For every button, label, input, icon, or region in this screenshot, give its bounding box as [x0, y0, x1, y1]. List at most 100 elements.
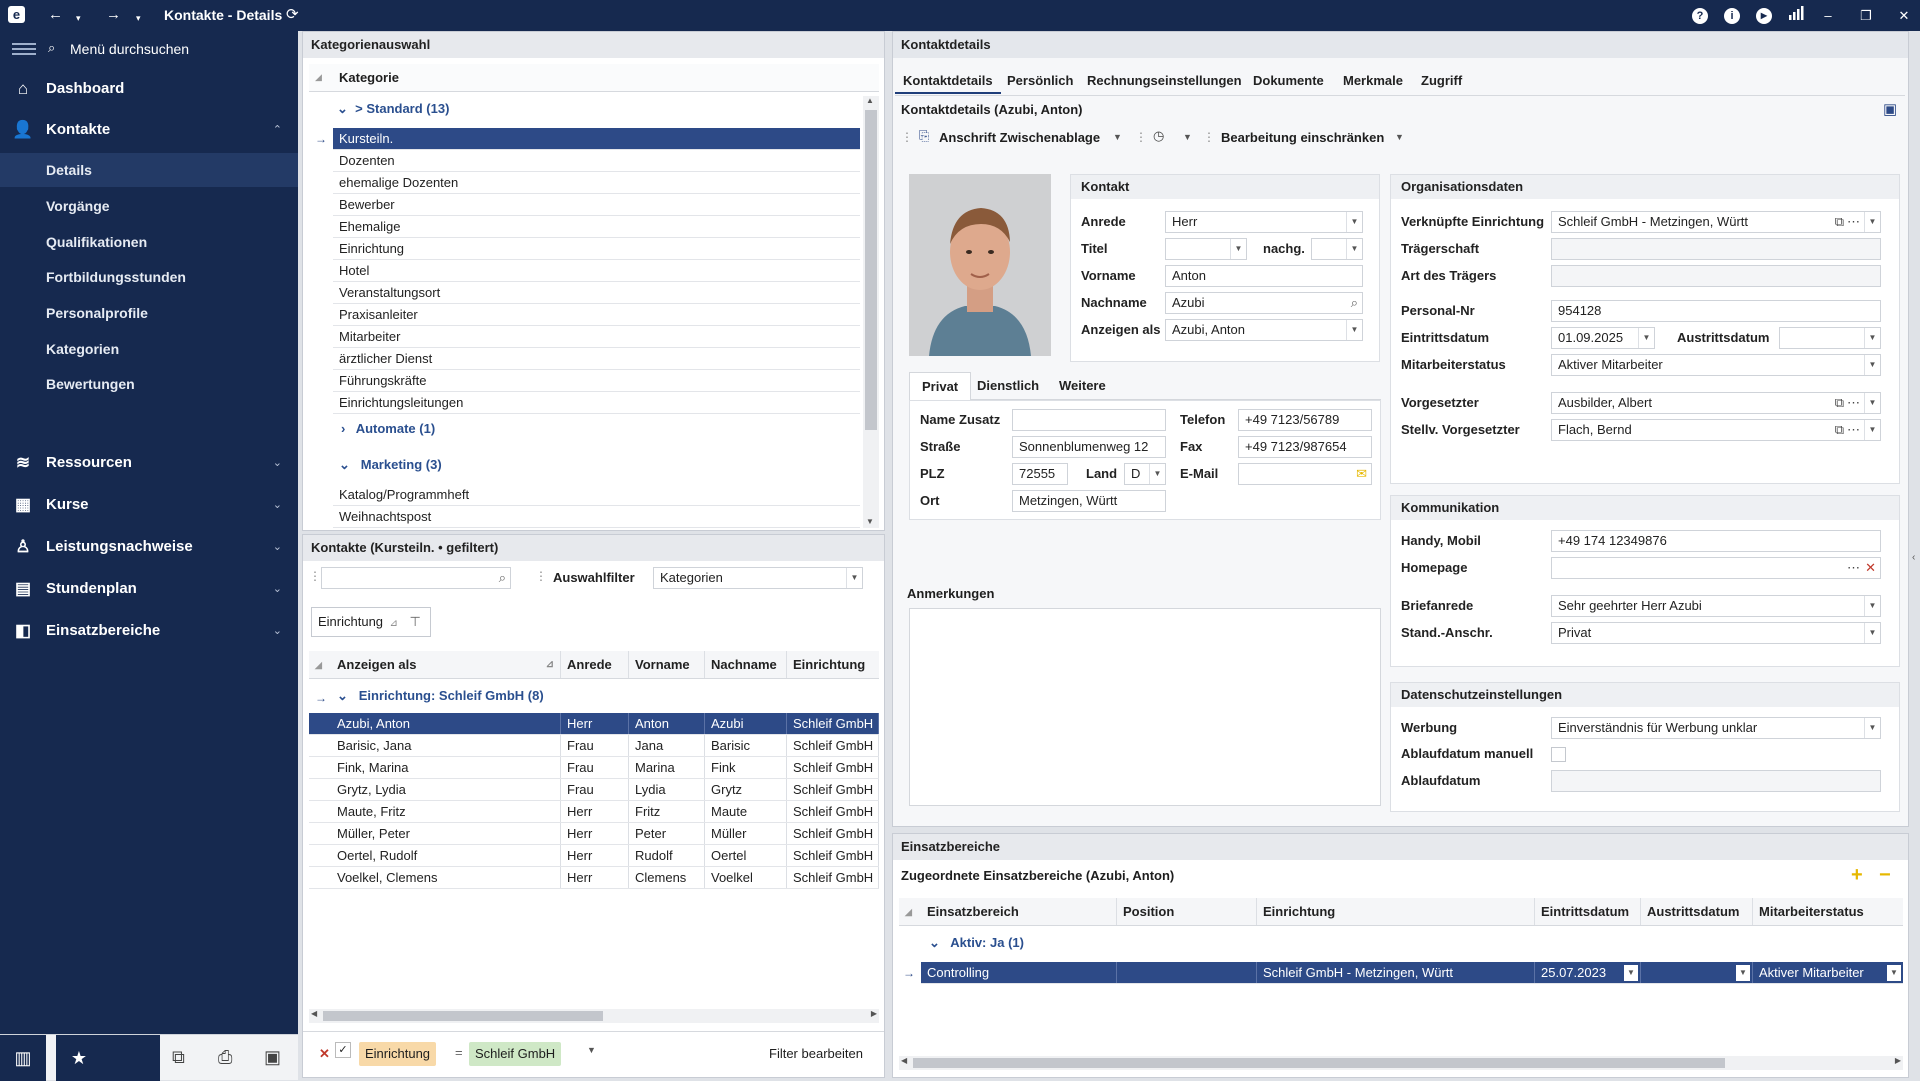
minimize-icon[interactable]: –: [1818, 6, 1838, 26]
werbung-select[interactable]: Einverständnis für Werbung unklar ▼: [1551, 717, 1881, 739]
tab-kontaktdetails[interactable]: Kontaktdetails: [895, 68, 1001, 94]
menu-search[interactable]: ⌕ Menü durchsuchen: [0, 31, 298, 67]
land-select[interactable]: D ▼: [1124, 463, 1166, 485]
vorname-input[interactable]: Anton: [1165, 265, 1363, 287]
play-icon[interactable]: ▶: [1756, 8, 1772, 24]
chevron-down-icon[interactable]: ▼: [1113, 132, 1122, 142]
fax-input[interactable]: +49 7123/987654: [1238, 436, 1372, 458]
help-icon[interactable]: ?: [1692, 8, 1708, 24]
col-austrittsdatum[interactable]: Austrittsdatum: [1641, 898, 1753, 925]
kategorien-header[interactable]: ◢ Kategorie: [309, 64, 879, 92]
back-arrow-icon[interactable]: ←: [48, 5, 63, 25]
kontakte-hscrollbar[interactable]: ◀ ▶: [309, 1009, 879, 1023]
filter-field-chip[interactable]: Einrichtung: [359, 1042, 437, 1066]
kategorie-row[interactable]: Weihnachtspost: [333, 506, 860, 528]
sidebar-sub-qualifikationen[interactable]: Qualifikationen: [0, 225, 298, 259]
hamburger-icon[interactable]: [12, 43, 36, 45]
chevron-down-icon[interactable]: ▼: [1864, 420, 1880, 440]
kategorie-row[interactable]: Veranstaltungsort: [333, 282, 860, 304]
clear-filter-icon[interactable]: ✕: [319, 1046, 330, 1062]
tab-persoenlich[interactable]: Persönlich: [999, 68, 1081, 94]
group-automate[interactable]: › Automate (1): [341, 416, 435, 442]
kontakt-row[interactable]: Azubi, Anton Herr Anton Azubi Schleif GmbH: [309, 713, 879, 735]
kontakt-row[interactable]: Maute, Fritz Herr Fritz Maute Schleif GmbH: [309, 801, 879, 823]
tab-rechnungseinstellungen[interactable]: Rechnungseinstellungen: [1079, 68, 1250, 94]
signal-icon[interactable]: [1786, 6, 1806, 26]
kategorie-row[interactable]: Führungskräfte: [333, 370, 860, 392]
chevron-down-icon[interactable]: ▼: [587, 1045, 596, 1055]
telefon-input[interactable]: +49 7123/56789: [1238, 409, 1372, 431]
kontakt-row[interactable]: Grytz, Lydia Frau Lydia Grytz Schleif GmbH: [309, 779, 879, 801]
print-icon[interactable]: ⎙: [218, 1047, 232, 1068]
kategorie-row[interactable]: Einrichtung: [333, 238, 860, 260]
back-history-chevron-icon[interactable]: ▾: [76, 8, 81, 28]
kontakte-search-input[interactable]: ⌕: [321, 567, 511, 589]
search-icon[interactable]: ⌕: [1351, 293, 1358, 313]
tab-zugriff[interactable]: Zugriff: [1413, 68, 1470, 94]
plz-input[interactable]: 72555: [1012, 463, 1068, 485]
sidebar-sub-fortbildungsstunden[interactable]: Fortbildungsstunden: [0, 260, 298, 294]
kontakt-row[interactable]: Voelkel, Clemens Herr Clemens Voelkel Schlei…: [309, 867, 879, 889]
col-anrede[interactable]: Anrede: [561, 651, 629, 678]
handy-input[interactable]: +49 174 12349876: [1551, 530, 1881, 552]
chevron-down-icon[interactable]: ▼: [1887, 965, 1901, 981]
open-external-icon[interactable]: ⧉: [1835, 393, 1844, 413]
nav-leistungsnachweise[interactable]: ♙ Leistungsnachweise ⌄: [0, 529, 298, 565]
sidebar-sub-bewertungen[interactable]: Bewertungen: [0, 367, 298, 401]
kategorie-row[interactable]: Kursteiln.: [333, 128, 860, 150]
history-icon[interactable]: ◷: [1153, 128, 1164, 144]
anmerkungen-textarea[interactable]: [909, 608, 1381, 806]
more-icon[interactable]: ⋯: [1847, 420, 1860, 440]
anrede-select[interactable]: Herr ▼: [1165, 211, 1363, 233]
open-external-icon[interactable]: ⧉: [1835, 212, 1844, 232]
chevron-down-icon[interactable]: ▼: [1638, 328, 1654, 348]
kategorie-row[interactable]: Hotel: [333, 260, 860, 282]
stand-anschr-select[interactable]: Privat ▼: [1551, 622, 1881, 644]
nachname-input[interactable]: Azubi ⌕: [1165, 292, 1363, 314]
vorgesetzter-select[interactable]: Ausbilder, Albert ⧉ ⋯ ▼: [1551, 392, 1881, 414]
group-by-chip[interactable]: Einrichtung ⊿ ⊤: [311, 607, 431, 637]
filter-edit-link[interactable]: Filter bearbeiten: [769, 1046, 863, 1061]
mitarbeiterstatus-select[interactable]: Aktiver Mitarbeiter ▼: [1551, 354, 1881, 376]
kategorie-row[interactable]: Ehemalige: [333, 216, 860, 238]
stellv-vorgesetzter-select[interactable]: Flach, Bernd ⧉ ⋯ ▼: [1551, 419, 1881, 441]
col-vorname[interactable]: Vorname: [629, 651, 705, 678]
tab-weitere[interactable]: Weitere: [1047, 372, 1118, 400]
chevron-down-icon[interactable]: ▼: [1395, 132, 1404, 142]
preview-search-icon[interactable]: ⧉: [172, 1047, 185, 1068]
chevron-down-icon[interactable]: ▼: [1864, 623, 1880, 643]
chevron-down-icon[interactable]: ▼: [1864, 718, 1880, 738]
group-standard[interactable]: ⌄ > Standard (13): [337, 96, 449, 122]
sidebar-sub-personalprofile[interactable]: Personalprofile: [0, 296, 298, 330]
more-icon[interactable]: ⋯: [1847, 212, 1860, 232]
name-zusatz-input[interactable]: [1012, 409, 1166, 431]
kategorie-row[interactable]: Dozenten: [333, 150, 860, 172]
chevron-down-icon[interactable]: ▼: [1346, 320, 1362, 340]
col-position[interactable]: Position: [1117, 898, 1257, 925]
restrict-editing-button[interactable]: Bearbeitung einschränken: [1221, 130, 1384, 145]
col-anzeigen-als[interactable]: Anzeigen als ⊿: [331, 651, 561, 678]
kategorie-row[interactable]: Praxisanleiter: [333, 304, 860, 326]
chevron-down-icon[interactable]: ▼: [1864, 596, 1880, 616]
scroll-left-icon[interactable]: ◀: [311, 1009, 317, 1018]
more-icon[interactable]: ⋯: [1847, 558, 1860, 578]
kategorie-row[interactable]: Einrichtungsleitungen: [333, 392, 860, 414]
nachg-select[interactable]: ▼: [1311, 238, 1363, 260]
envelope-icon[interactable]: ✉: [1356, 464, 1367, 484]
chevron-down-icon[interactable]: ▼: [1864, 212, 1880, 232]
sidebar-sub-details[interactable]: Details: [0, 153, 298, 187]
copy-address-button[interactable]: Anschrift Zwischenablage: [939, 130, 1100, 145]
tab-privat[interactable]: Privat: [909, 372, 972, 400]
chevron-down-icon[interactable]: ▼: [1864, 355, 1880, 375]
nav-dashboard[interactable]: ⌂ Dashboard: [0, 71, 298, 107]
contact-card-icon[interactable]: ▣: [264, 1047, 281, 1068]
nav-kurse[interactable]: ▦ Kurse ⌄: [0, 487, 298, 523]
tab-merkmale[interactable]: Merkmale: [1335, 68, 1411, 94]
scroll-left-icon[interactable]: ◀: [901, 1056, 907, 1065]
chevron-down-icon[interactable]: ▼: [1624, 965, 1638, 981]
kategorien-scrollbar[interactable]: ▲ ▼: [863, 96, 879, 528]
remove-icon[interactable]: −: [1879, 864, 1891, 887]
chevron-down-icon[interactable]: ▼: [1346, 239, 1362, 259]
chevron-down-icon[interactable]: ▼: [1149, 464, 1165, 484]
forward-history-chevron-icon[interactable]: ▾: [136, 8, 141, 28]
